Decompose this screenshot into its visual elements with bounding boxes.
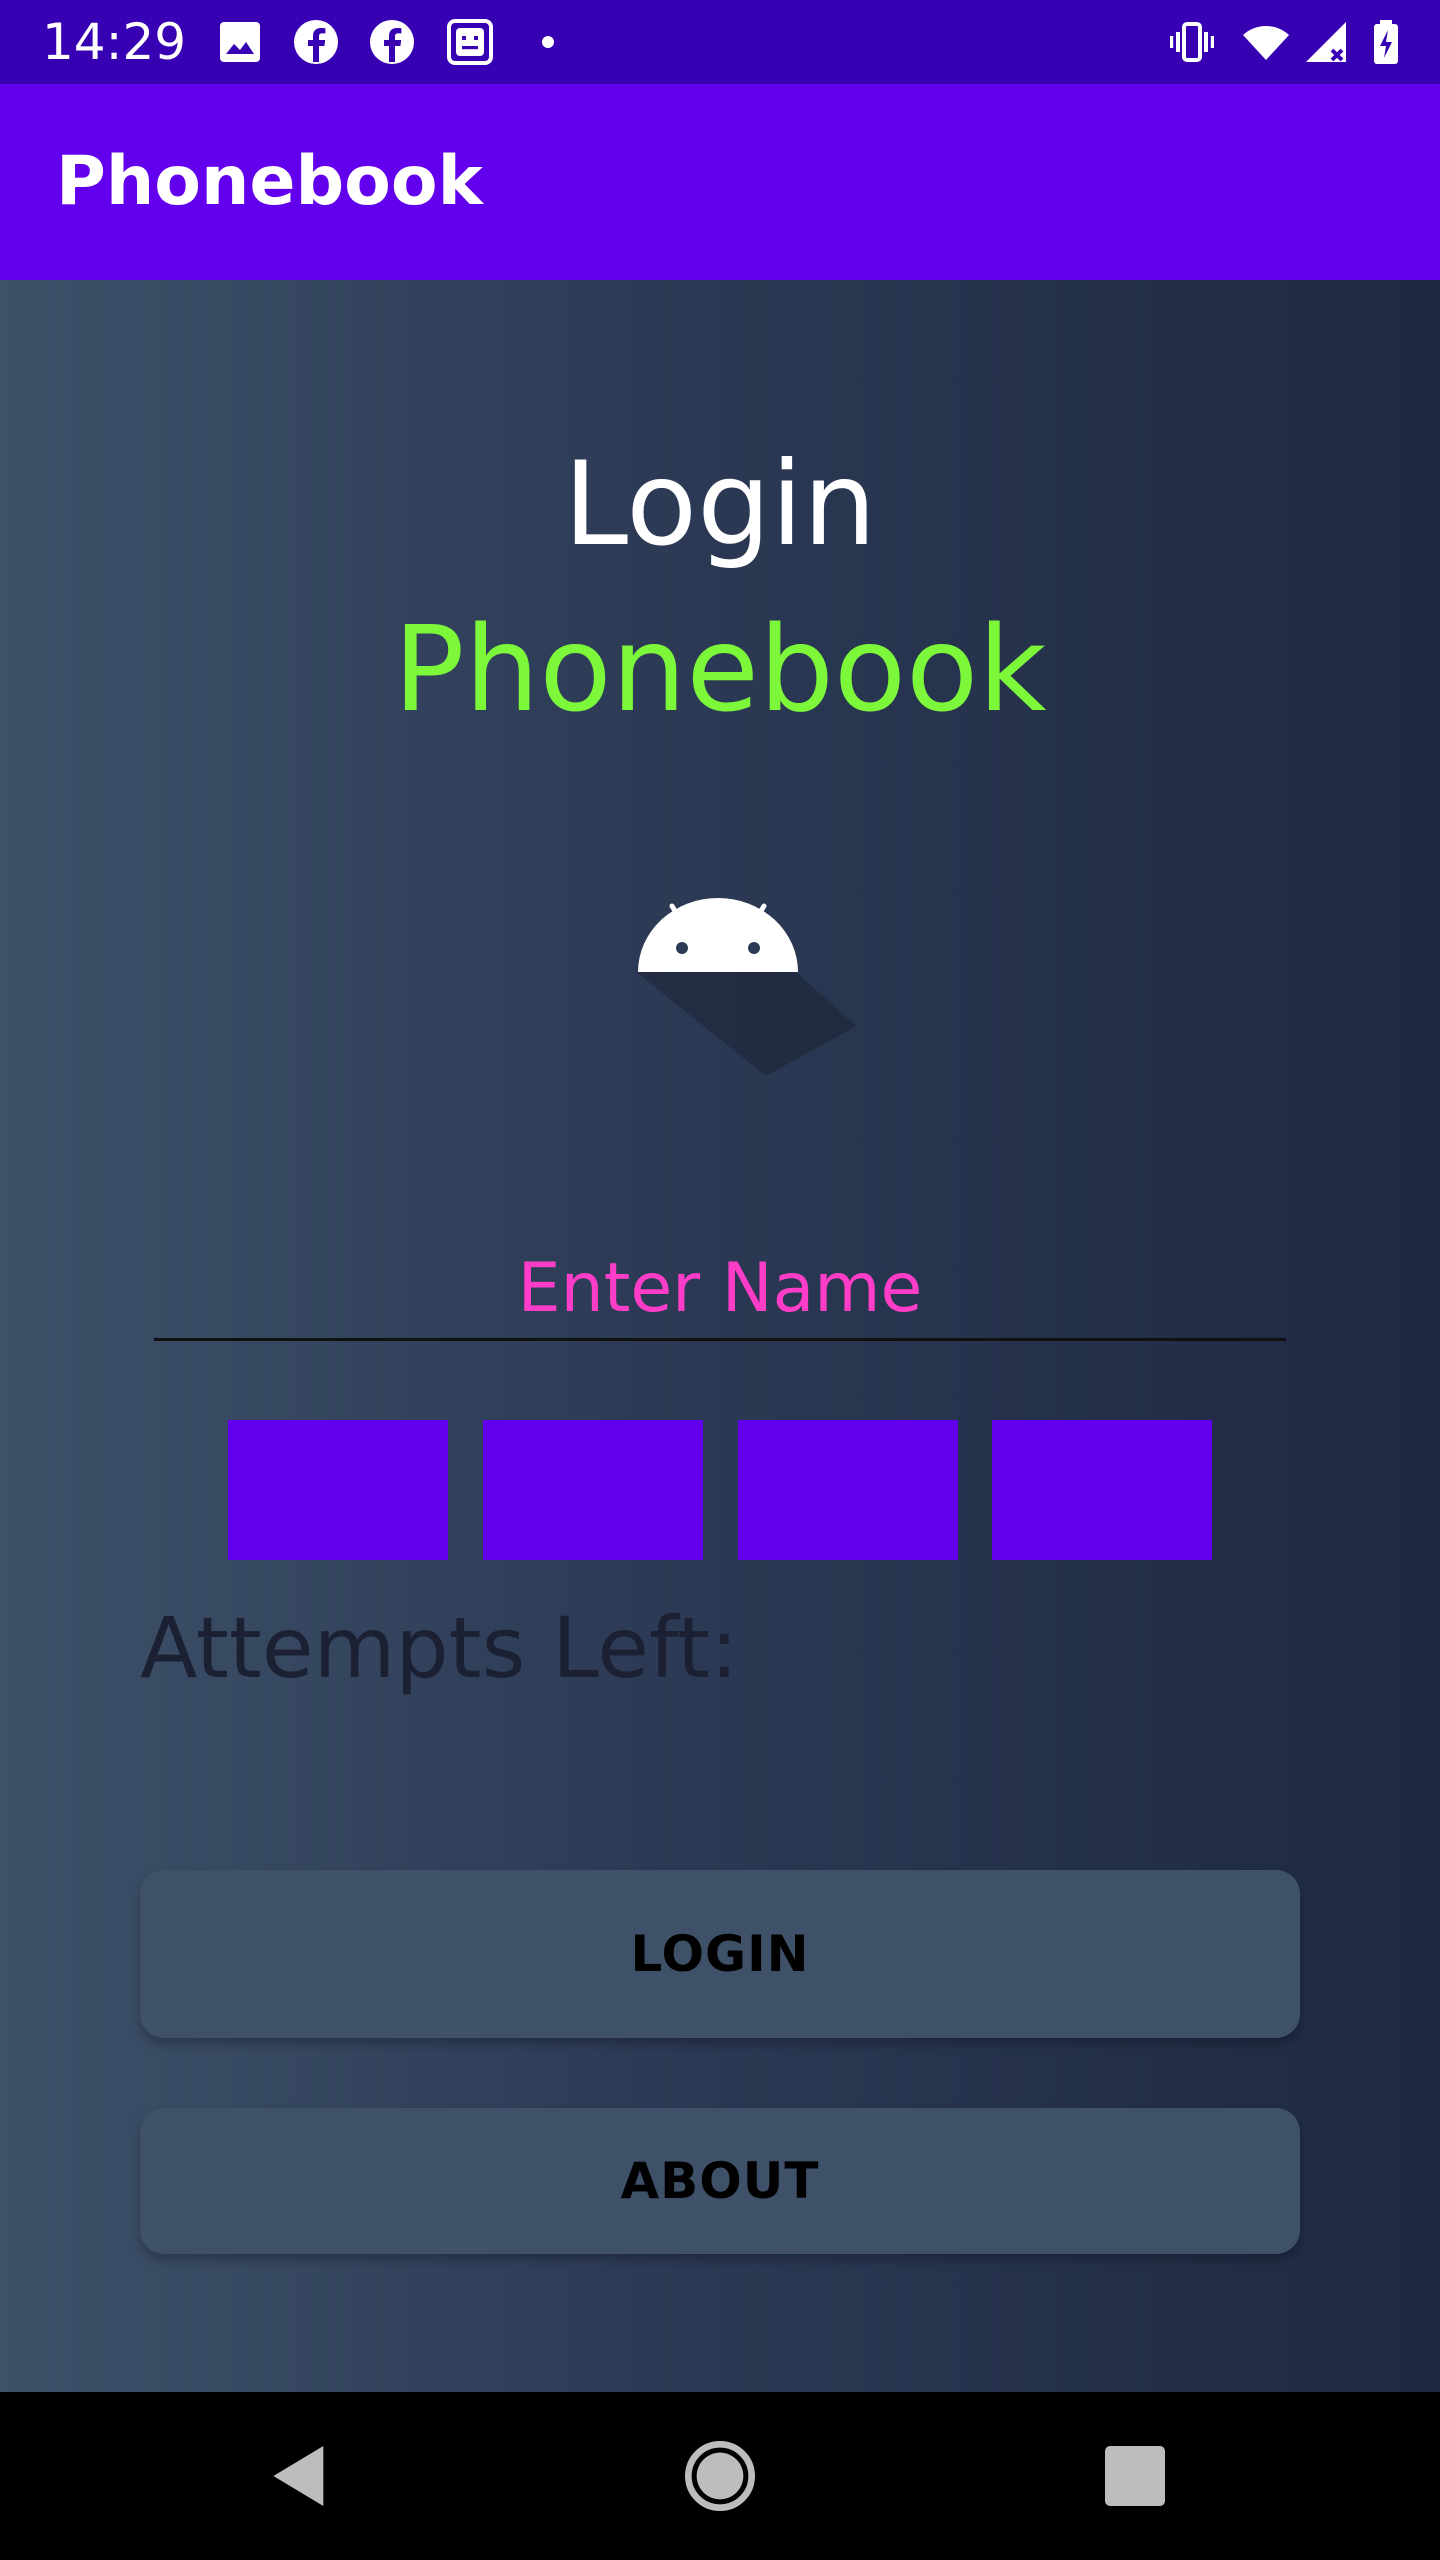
recents-icon[interactable] — [1095, 2436, 1175, 2516]
status-time: 14:29 — [42, 13, 187, 71]
login-title: Login — [563, 437, 877, 572]
pin-input-row — [228, 1420, 1212, 1560]
android-icon — [636, 876, 856, 1076]
app-bar-title: Phonebook — [56, 142, 483, 221]
wifi-icon — [1242, 18, 1290, 66]
facebook-icon — [368, 18, 416, 66]
back-icon[interactable] — [260, 2436, 340, 2516]
pin-box-1[interactable] — [228, 1420, 448, 1560]
login-button[interactable]: LOGIN — [140, 1870, 1300, 2038]
dot-icon — [524, 18, 572, 66]
about-button[interactable]: ABOUT — [140, 2108, 1300, 2254]
facebook-icon — [292, 18, 340, 66]
app-notification-icon — [446, 18, 494, 66]
name-input[interactable] — [154, 1238, 1286, 1341]
image-icon — [216, 18, 264, 66]
pin-box-4[interactable] — [992, 1420, 1212, 1560]
home-icon[interactable] — [680, 2436, 760, 2516]
pin-box-2[interactable] — [483, 1420, 703, 1560]
attempts-left-label: Attempts Left: — [140, 1599, 739, 1697]
battery-charging-icon — [1362, 18, 1410, 66]
login-screen: Login Phonebook Attempts Left: LOGIN ABO… — [0, 280, 1440, 2392]
pin-box-3[interactable] — [738, 1420, 958, 1560]
vibrate-icon — [1168, 18, 1216, 66]
signal-icon — [1302, 18, 1350, 66]
navigation-bar — [0, 2392, 1440, 2560]
app-bar: Phonebook — [0, 84, 1440, 280]
login-subtitle: Phonebook — [393, 600, 1047, 738]
status-bar: 14:29 — [0, 0, 1440, 84]
